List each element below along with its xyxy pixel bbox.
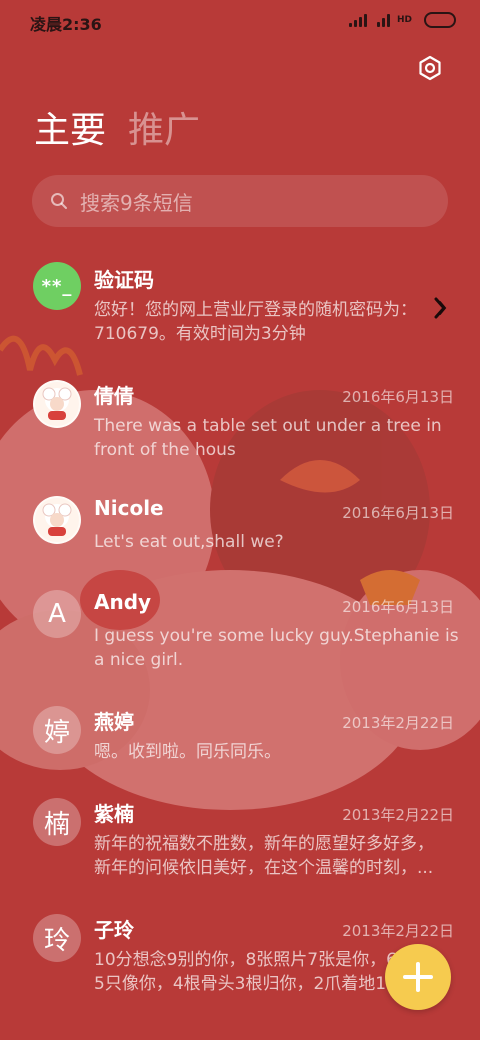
message-date: 2016年6月13日 — [342, 388, 454, 406]
status-bar: 凌晨2:36 HD — [0, 0, 480, 42]
status-time: 凌晨2:36 — [30, 15, 102, 34]
message-date: 2016年6月13日 — [342, 504, 454, 522]
contact-name: 倩倩 — [94, 384, 134, 408]
message-preview: 嗯。收到啦。同乐同乐。 — [94, 742, 281, 762]
search-icon — [51, 193, 67, 209]
compose-button[interactable] — [385, 944, 451, 1010]
signal-2-icon — [376, 13, 390, 27]
message-date: 2013年2月22日 — [342, 806, 454, 824]
avatar: 楠 — [33, 798, 81, 846]
avatar: A — [33, 590, 81, 638]
contact-name: 紫楠 — [94, 802, 134, 826]
sheep-avatar-icon — [42, 387, 72, 420]
plus-icon — [403, 962, 433, 992]
message-preview: There was a table set out under a tree i… — [94, 416, 442, 460]
tab-primary[interactable]: 主要 — [34, 108, 106, 154]
contact-name: 验证码 — [94, 268, 154, 292]
search-bar[interactable]: 搜索9条短信 — [32, 175, 448, 227]
network-type-label: HD — [396, 15, 412, 25]
avatar — [33, 496, 81, 544]
signal-icon — [348, 13, 367, 27]
message-date: 2013年2月22日 — [342, 714, 454, 732]
contact-name: 子玲 — [94, 918, 134, 942]
contact-name: Andy — [94, 590, 152, 614]
message-preview-line: 新年的问候依旧美好，在这个温馨的时刻，... — [94, 858, 434, 878]
message-preview-line: 新年的祝福数不胜数，新年的愿望好多好多， — [94, 834, 434, 854]
sheep-avatar-icon — [42, 503, 72, 536]
message-preview: I guess you're some lucky guy.Stephanie … — [94, 626, 459, 670]
contact-name: 燕婷 — [94, 710, 134, 734]
gear-icon — [419, 55, 441, 81]
message-preview: 您好！您的网上营业厅登录的随机密码为：710679。有效时间为3分钟 — [94, 300, 417, 344]
avatar: 婷 — [33, 706, 81, 754]
chevron-right-icon[interactable] — [430, 296, 452, 320]
tab-promotions[interactable]: 推广 — [128, 108, 200, 154]
avatar: **_ — [33, 262, 81, 310]
settings-button[interactable] — [414, 52, 446, 84]
search-input[interactable]: 搜索9条短信 — [80, 187, 193, 216]
avatar — [33, 380, 81, 428]
message-preview: Let's eat out,shall we? — [94, 532, 284, 552]
battery-icon — [424, 12, 456, 28]
category-tabs: 主要 推广 — [34, 108, 200, 154]
contact-name: Nicole — [94, 496, 164, 520]
message-date: 2013年2月22日 — [342, 922, 454, 940]
message-date: 2016年6月13日 — [342, 598, 454, 616]
avatar: 玲 — [33, 914, 81, 962]
status-icons: HD — [348, 12, 456, 28]
